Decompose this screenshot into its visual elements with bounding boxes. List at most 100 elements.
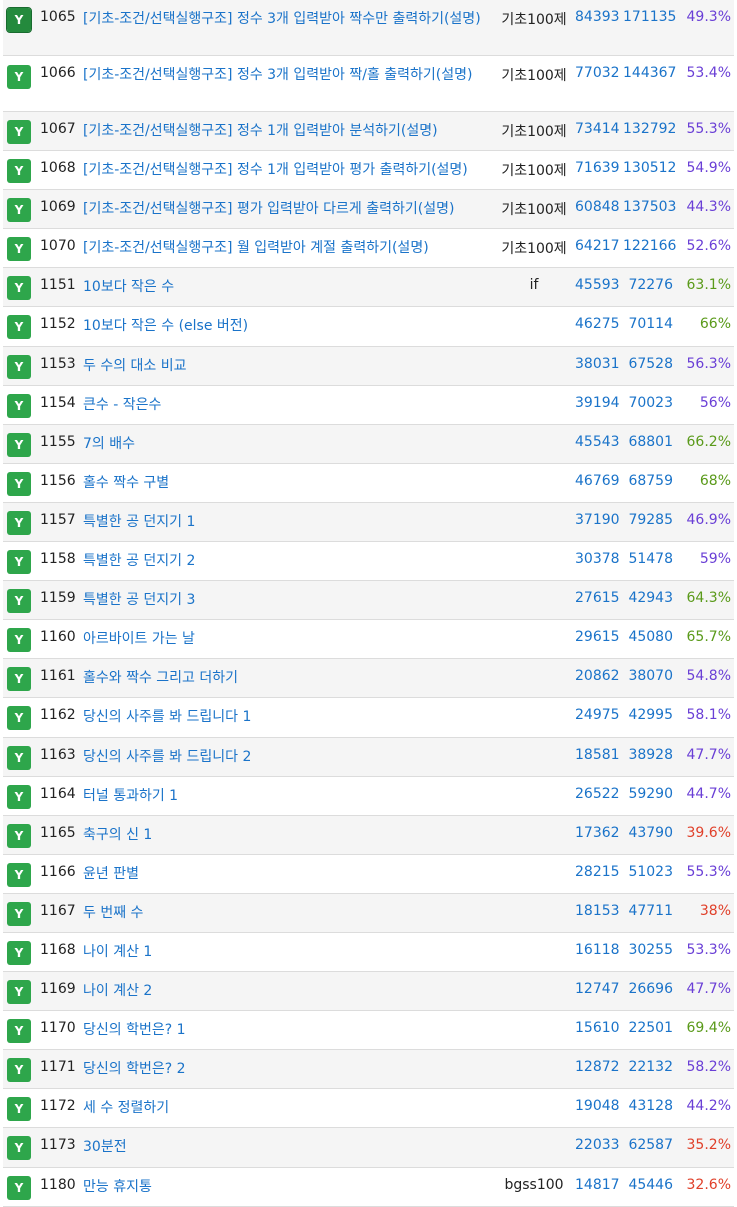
solved-badge-icon: Y xyxy=(7,667,31,692)
submission-count-link[interactable]: 62587 xyxy=(623,1137,673,1153)
solved-count-link[interactable]: 77032 xyxy=(575,65,620,81)
solved-count-link[interactable]: 22033 xyxy=(575,1137,620,1153)
submission-count-link[interactable]: 132792 xyxy=(623,121,676,137)
submission-count-link[interactable]: 22501 xyxy=(623,1020,673,1036)
problem-title-link[interactable]: 아르바이트 가는 날 xyxy=(83,628,498,650)
submission-count-link[interactable]: 22132 xyxy=(623,1059,673,1075)
solved-count-link[interactable]: 46769 xyxy=(575,473,620,489)
problem-title-link[interactable]: 당신의 사주를 봐 드립니다 1 xyxy=(83,706,498,728)
problem-title-link[interactable]: 당신의 학번은? 1 xyxy=(83,1019,498,1041)
submission-count-link[interactable]: 43790 xyxy=(623,825,673,841)
solved-count-link[interactable]: 37190 xyxy=(575,512,620,528)
solved-count-link[interactable]: 46275 xyxy=(575,316,620,332)
solved-count-link[interactable]: 30378 xyxy=(575,551,620,567)
problem-title-link[interactable]: [기초-조건/선택실행구조] 월 입력받아 계절 출력하기(설명) xyxy=(83,237,498,259)
solved-count-link[interactable]: 24975 xyxy=(575,707,620,723)
solved-count-link[interactable]: 84393 xyxy=(575,9,620,25)
solved-count-link[interactable]: 17362 xyxy=(575,825,620,841)
solved-count-link[interactable]: 73414 xyxy=(575,121,620,137)
problem-title-link[interactable]: 당신의 학번은? 2 xyxy=(83,1058,498,1080)
submission-count-link[interactable]: 70023 xyxy=(623,395,673,411)
solved-count-link[interactable]: 60848 xyxy=(575,199,620,215)
solved-count-link[interactable]: 26522 xyxy=(575,786,620,802)
problem-title-link[interactable]: 특별한 공 던지기 2 xyxy=(83,550,498,572)
problem-title-link[interactable]: 홀수와 짝수 그리고 더하기 xyxy=(83,667,498,689)
submission-count-link[interactable]: 38070 xyxy=(623,668,673,684)
solved-count-link[interactable]: 45543 xyxy=(575,434,620,450)
submission-count-link[interactable]: 68801 xyxy=(623,434,673,450)
submission-count-link[interactable]: 51023 xyxy=(623,864,673,880)
solved-count-link[interactable]: 39194 xyxy=(575,395,620,411)
problem-title-link[interactable]: [기초-조건/선택실행구조] 정수 3개 입력받아 짝/홀 출력하기(설명) xyxy=(83,64,498,86)
submission-count-link[interactable]: 42995 xyxy=(623,707,673,723)
problem-title-link[interactable]: 터널 통과하기 1 xyxy=(83,785,498,807)
submission-count-link[interactable]: 137503 xyxy=(623,199,676,215)
solved-count-link[interactable]: 20862 xyxy=(575,668,620,684)
problem-title-link[interactable]: [기초-조건/선택실행구조] 정수 1개 입력받아 평가 출력하기(설명) xyxy=(83,159,498,181)
problem-category: 기초100제 xyxy=(501,241,567,258)
submission-count-link[interactable]: 67528 xyxy=(623,356,673,372)
problem-category: 기초100제 xyxy=(501,68,567,84)
solved-count-link[interactable]: 19048 xyxy=(575,1098,620,1114)
submission-count-link[interactable]: 30255 xyxy=(623,942,673,958)
problem-title-link[interactable]: 7의 배수 xyxy=(83,433,498,455)
solved-count-link[interactable]: 12872 xyxy=(575,1059,620,1075)
submission-count-link[interactable]: 122166 xyxy=(623,238,676,254)
problem-title-link[interactable]: 만능 휴지통 xyxy=(83,1176,498,1198)
solved-count-link[interactable]: 29615 xyxy=(575,629,620,645)
solved-count-link[interactable]: 15610 xyxy=(575,1020,620,1036)
solved-count-link[interactable]: 27615 xyxy=(575,590,620,606)
problem-title-link[interactable]: 나이 계산 2 xyxy=(83,980,498,1002)
submission-count-link[interactable]: 38928 xyxy=(623,747,673,763)
acceptance-rate: 47.7% xyxy=(686,746,731,763)
submission-count-link[interactable]: 59290 xyxy=(623,786,673,802)
submission-count-link[interactable]: 43128 xyxy=(623,1098,673,1114)
problem-title-link[interactable]: 큰수 - 작은수 xyxy=(83,394,498,416)
problem-title-link[interactable]: 30분전 xyxy=(83,1136,498,1158)
submission-count-link[interactable]: 144367 xyxy=(623,65,676,81)
solved-count-link[interactable]: 45593 xyxy=(575,277,620,293)
problem-title-link[interactable]: 특별한 공 던지기 1 xyxy=(83,511,498,533)
solved-count-link[interactable]: 14817 xyxy=(575,1177,620,1193)
acceptance-rate: 69.4% xyxy=(686,1020,731,1037)
problem-category: bgss100 xyxy=(504,1176,564,1193)
problem-title-link[interactable]: 당신의 사주를 봐 드립니다 2 xyxy=(83,746,498,768)
problem-title-link[interactable]: 10보다 작은 수 (else 버전) xyxy=(83,315,498,337)
submission-count-link[interactable]: 42943 xyxy=(623,590,673,606)
problem-title-link[interactable]: [기초-조건/선택실행구조] 평가 입력받아 다르게 출력하기(설명) xyxy=(83,198,498,220)
problem-title-link[interactable]: 특별한 공 던지기 3 xyxy=(83,589,498,611)
problem-row: Y 1155 7의 배수 45543 68801 66.2% xyxy=(3,424,734,464)
submission-count-link[interactable]: 68759 xyxy=(623,473,673,489)
problem-title-link[interactable]: 나이 계산 1 xyxy=(83,941,498,963)
solved-count-link[interactable]: 12747 xyxy=(575,981,620,997)
solved-badge-icon: Y xyxy=(7,1058,31,1083)
solved-count-link[interactable]: 71639 xyxy=(575,160,620,176)
solved-count-link[interactable]: 18581 xyxy=(575,747,620,763)
solved-count-link[interactable]: 18153 xyxy=(575,903,620,919)
solved-badge-icon: Y xyxy=(7,198,31,223)
solved-count-link[interactable]: 64217 xyxy=(575,238,620,254)
problem-title-link[interactable]: 세 수 정렬하기 xyxy=(83,1097,498,1119)
submission-count-link[interactable]: 51478 xyxy=(623,551,673,567)
problem-title-link[interactable]: 윤년 판별 xyxy=(83,863,498,885)
submission-count-link[interactable]: 72276 xyxy=(623,277,673,293)
problem-title-link[interactable]: 두 수의 대소 비교 xyxy=(83,355,498,377)
submission-count-link[interactable]: 171135 xyxy=(623,9,676,25)
problem-row: Y 1165 축구의 신 1 17362 43790 39.6% xyxy=(3,815,734,855)
problem-title-link[interactable]: 10보다 작은 수 xyxy=(83,276,498,298)
solved-count-link[interactable]: 38031 xyxy=(575,356,620,372)
submission-count-link[interactable]: 45080 xyxy=(623,629,673,645)
problem-title-link[interactable]: 축구의 신 1 xyxy=(83,824,498,846)
submission-count-link[interactable]: 47711 xyxy=(623,903,673,919)
submission-count-link[interactable]: 79285 xyxy=(623,512,673,528)
problem-title-link[interactable]: 두 번째 수 xyxy=(83,902,498,924)
submission-count-link[interactable]: 130512 xyxy=(623,160,676,176)
solved-count-link[interactable]: 16118 xyxy=(575,942,620,958)
problem-title-link[interactable]: [기초-조건/선택실행구조] 정수 3개 입력받아 짝수만 출력하기(설명) xyxy=(83,8,498,30)
solved-count-link[interactable]: 28215 xyxy=(575,864,620,880)
submission-count-link[interactable]: 70114 xyxy=(623,316,673,332)
problem-title-link[interactable]: 홀수 짝수 구별 xyxy=(83,472,498,494)
submission-count-link[interactable]: 45446 xyxy=(623,1177,673,1193)
submission-count-link[interactable]: 26696 xyxy=(623,981,673,997)
problem-title-link[interactable]: [기초-조건/선택실행구조] 정수 1개 입력받아 분석하기(설명) xyxy=(83,120,498,142)
